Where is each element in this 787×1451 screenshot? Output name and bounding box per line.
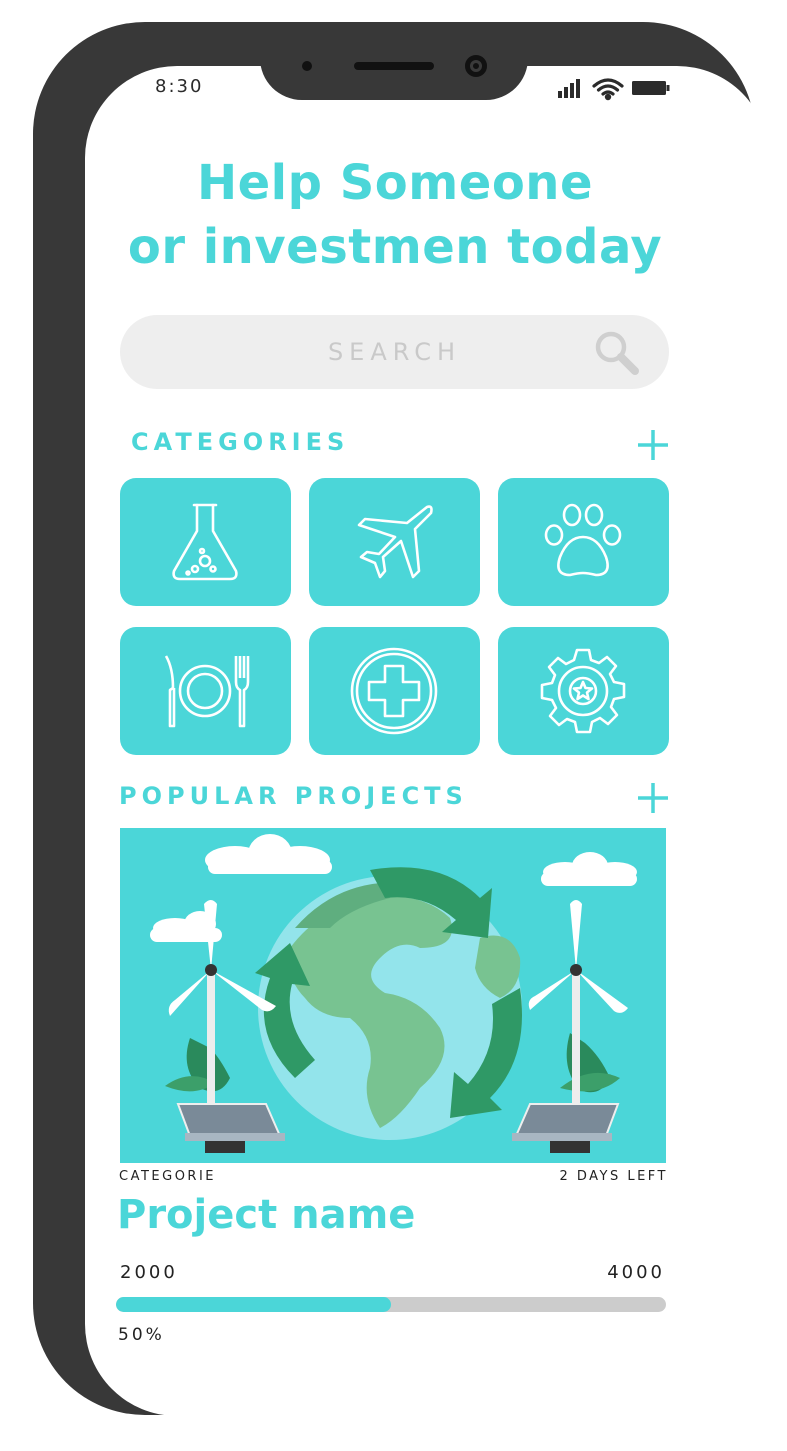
phone-notch <box>260 22 528 100</box>
popular-projects-title: POPULAR PROJECTS <box>119 782 468 810</box>
funding-progress-fill <box>116 1297 391 1312</box>
status-time: 8:30 <box>155 76 204 97</box>
project-time-left: 2 DAYS LEFT <box>559 1169 668 1184</box>
search-icon[interactable] <box>591 327 643 379</box>
flask-icon <box>172 503 238 581</box>
add-project-plus-icon[interactable] <box>636 781 670 815</box>
raised-amount: 2000 <box>120 1262 178 1283</box>
funding-progress-bar <box>116 1297 666 1312</box>
proximity-sensor <box>302 61 312 71</box>
search-bar[interactable]: SEARCH <box>120 315 669 389</box>
earpiece-speaker <box>354 62 434 70</box>
wifi-icon <box>592 78 624 101</box>
signal-icon <box>558 79 580 98</box>
headline-line-2: or investmen today <box>127 219 663 275</box>
goal-amount: 4000 <box>607 1262 665 1283</box>
search-input[interactable]: SEARCH <box>120 315 669 389</box>
front-camera <box>465 55 487 77</box>
category-science[interactable] <box>120 478 291 606</box>
progress-percent: 50% <box>118 1325 165 1345</box>
add-category-plus-icon[interactable] <box>636 428 670 462</box>
category-health[interactable] <box>309 627 480 755</box>
project-image[interactable] <box>120 828 666 1163</box>
project-category: CATEGORIE <box>119 1169 217 1184</box>
gear-star-icon <box>540 648 626 734</box>
status-icons <box>558 78 670 101</box>
category-travel[interactable] <box>309 478 480 606</box>
categories-title: CATEGORIES <box>131 428 350 456</box>
paw-icon <box>544 503 622 577</box>
medical-cross-icon <box>350 647 438 735</box>
plate-cutlery-icon <box>164 655 250 728</box>
category-animals[interactable] <box>498 478 669 606</box>
airplane-icon <box>357 505 433 579</box>
headline-line-1: Help Someone <box>196 155 594 211</box>
battery-icon <box>632 81 670 95</box>
category-food[interactable] <box>120 627 291 755</box>
project-name[interactable]: Project name <box>117 1192 415 1238</box>
category-settings[interactable] <box>498 627 669 755</box>
